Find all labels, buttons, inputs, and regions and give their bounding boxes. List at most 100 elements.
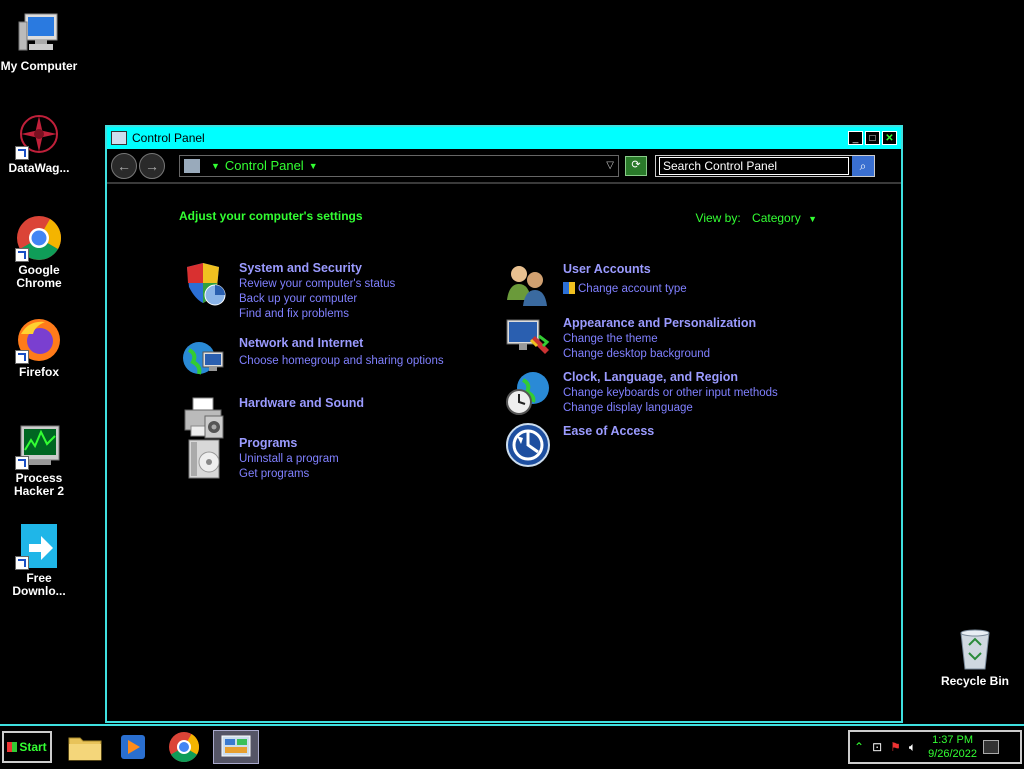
task-link[interactable]: Back up your computer <box>239 292 499 307</box>
firefox-icon <box>15 316 63 364</box>
free-download-icon <box>15 522 63 570</box>
task-link[interactable]: Find and fix problems <box>239 307 499 322</box>
view-by-dropdown[interactable]: Category <box>752 211 801 225</box>
datawag-icon <box>15 112 63 160</box>
maximize-button[interactable]: □ <box>865 131 880 145</box>
back-button[interactable]: ← <box>111 152 137 179</box>
uac-shield-icon <box>563 282 575 294</box>
chrome-icon <box>15 214 63 262</box>
task-link[interactable]: Change display language <box>563 401 863 416</box>
desktop-icon-label: Recycle Bin <box>940 674 1010 688</box>
control-panel-icon <box>184 158 200 173</box>
shortcut-arrow-icon <box>15 456 29 470</box>
task-link[interactable]: Change desktop background <box>563 347 823 362</box>
forward-button[interactable]: → <box>139 152 165 179</box>
view-by-label: View by: <box>695 211 741 225</box>
clock[interactable]: 1:37 PM 9/26/2022 <box>928 733 977 761</box>
search-box: ⌕ <box>655 154 875 177</box>
clock-date: 9/26/2022 <box>928 748 978 760</box>
breadcrumb-control-panel[interactable]: Control Panel <box>225 158 304 173</box>
clock-globe-icon[interactable] <box>505 370 551 416</box>
shortcut-arrow-icon <box>15 350 29 364</box>
shortcut-arrow-icon <box>15 248 29 262</box>
desktop-icon-label: Process Hacker 2 <box>13 471 65 498</box>
desktop-icon-my-computer[interactable]: My Computer <box>0 10 79 73</box>
category-title[interactable]: Ease of Access <box>563 424 823 438</box>
task-link[interactable]: Change the theme <box>563 332 823 347</box>
programs-icon[interactable] <box>181 436 227 482</box>
windows-logo-icon <box>7 742 18 752</box>
minimize-button[interactable]: _ <box>848 131 863 145</box>
task-link[interactable]: Get programs <box>239 467 499 482</box>
desktop-icon-firefox[interactable]: Firefox <box>0 316 79 379</box>
desktop-icon-datawag[interactable]: DataWag... <box>0 112 79 175</box>
category-title[interactable]: Clock, Language, and Region <box>563 370 863 384</box>
task-link[interactable]: Uninstall a program <box>239 452 499 467</box>
desktop-icon-free-download[interactable]: Free Downlo... <box>0 522 79 598</box>
recycle-bin-icon <box>951 625 999 673</box>
chevron-right-icon[interactable]: ▼ <box>211 161 220 171</box>
shortcut-arrow-icon <box>15 556 29 570</box>
system-tray: ⌃ ⊡ ⚑ 🔈︎ 1:37 PM 9/26/2022 <box>848 730 1022 764</box>
shield-icon[interactable] <box>181 261 227 307</box>
chevron-down-icon[interactable]: ▼ <box>808 214 817 224</box>
chrome-icon <box>169 732 199 763</box>
chevron-down-icon[interactable]: ▼ <box>309 161 318 171</box>
shortcut-arrow-icon <box>15 146 29 160</box>
clock-time: 1:37 PM <box>932 734 974 746</box>
ease-of-access-icon[interactable] <box>505 422 551 468</box>
taskbar-control-panel[interactable] <box>213 730 259 764</box>
taskbar-file-explorer[interactable] <box>66 730 106 764</box>
control-panel-window: Control Panel _ □ ✕ ← → ▼ Control Panel … <box>105 125 903 723</box>
desktop-icon-label: Free Downlo... <box>12 571 66 598</box>
refresh-button[interactable]: ⟳ <box>625 155 647 176</box>
action-center-flag-icon[interactable]: ⚑ <box>890 740 901 754</box>
address-bar[interactable]: ▼ Control Panel ▼ ▽ <box>179 154 619 177</box>
search-input[interactable] <box>659 156 849 175</box>
taskbar-media-player[interactable] <box>113 730 153 764</box>
address-toolbar: ← → ▼ Control Panel ▼ ▽ ⟳ ⌕ <box>107 149 901 184</box>
search-icon[interactable]: ⌕ <box>852 155 874 176</box>
task-link[interactable]: Change keyboards or other input methods <box>563 386 863 401</box>
category-title[interactable]: Hardware and Sound <box>239 396 499 410</box>
taskbar: Start ⌃ ⊡ ⚑ 🔈︎ 1:37 PM 9/26/2022 <box>0 724 1024 768</box>
network-icon[interactable]: ⊡ <box>872 740 882 754</box>
task-link[interactable]: Review your computer's status <box>239 277 499 292</box>
start-label: Start <box>19 740 47 754</box>
window-titlebar[interactable]: Control Panel _ □ ✕ <box>107 127 901 149</box>
category-title[interactable]: User Accounts <box>563 262 823 276</box>
task-link[interactable]: Change account type <box>563 282 823 297</box>
volume-icon[interactable]: 🔈︎ <box>909 740 916 755</box>
process-hacker-icon <box>15 422 63 470</box>
category-title[interactable]: System and Security <box>239 261 499 275</box>
address-dropdown-icon[interactable]: ▽ <box>606 160 614 171</box>
view-by-control: View by: Category ▼ <box>696 211 817 225</box>
computer-icon <box>15 10 63 58</box>
media-player-icon <box>121 735 145 759</box>
users-icon[interactable] <box>505 262 551 308</box>
desktop-icon-google-chrome[interactable]: Google Chrome <box>0 214 79 290</box>
window-title: Control Panel <box>132 131 205 145</box>
show-desktop-button[interactable] <box>983 740 1000 754</box>
start-button[interactable]: Start <box>2 731 52 763</box>
task-link-label: Change account type <box>578 283 687 295</box>
desktop-icon-label: My Computer <box>0 59 78 73</box>
category-title[interactable]: Appearance and Personalization <box>563 316 823 330</box>
folder-icon <box>68 737 102 761</box>
network-globe-icon[interactable] <box>181 336 227 382</box>
desktop-icon-process-hacker[interactable]: Process Hacker 2 <box>0 422 79 498</box>
category-title[interactable]: Programs <box>239 436 499 450</box>
close-button[interactable]: ✕ <box>882 131 897 145</box>
monitor-paint-icon[interactable] <box>505 316 551 362</box>
desktop-icon-label: Firefox <box>18 365 59 379</box>
desktop-icon-label: DataWag... <box>8 161 70 175</box>
desktop-icon-recycle-bin[interactable]: Recycle Bin <box>935 625 1015 688</box>
control-panel-content: Adjust your computer's settings View by:… <box>107 185 901 721</box>
task-link[interactable]: Choose homegroup and sharing options <box>239 354 499 369</box>
taskbar-chrome[interactable] <box>164 730 204 764</box>
desktop-icon-label: Google Chrome <box>16 263 62 290</box>
category-title[interactable]: Network and Internet <box>239 336 499 350</box>
control-panel-icon <box>221 735 251 757</box>
show-hidden-icons-icon[interactable]: ⌃ <box>854 740 864 754</box>
page-heading: Adjust your computer's settings <box>179 209 363 223</box>
